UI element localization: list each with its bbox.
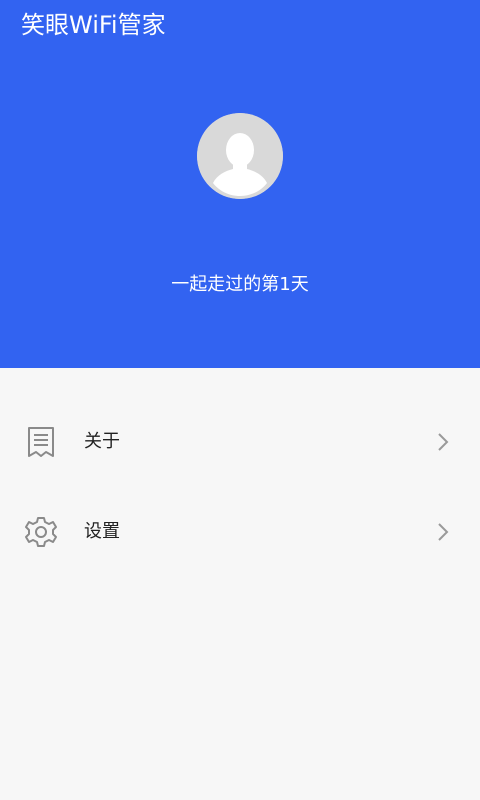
- menu-item-about[interactable]: 关于: [0, 401, 480, 481]
- menu-item-settings[interactable]: 设置: [0, 491, 480, 571]
- menu-item-label: 设置: [84, 521, 120, 542]
- menu-item-label: 关于: [84, 431, 120, 452]
- user-silhouette-icon: [197, 113, 283, 199]
- page: 笑眼WiFi管家 一起走过的第1天 关于 设置: [0, 0, 480, 800]
- days-together-text: 一起走过的第1天: [171, 274, 309, 295]
- chevron-right-icon: [438, 523, 449, 541]
- profile-header: 笑眼WiFi管家 一起走过的第1天: [0, 0, 480, 368]
- avatar[interactable]: [197, 113, 283, 199]
- document-icon: [28, 427, 54, 457]
- app-title: 笑眼WiFi管家: [21, 11, 166, 39]
- chevron-right-icon: [438, 433, 449, 451]
- gear-icon: [25, 517, 57, 547]
